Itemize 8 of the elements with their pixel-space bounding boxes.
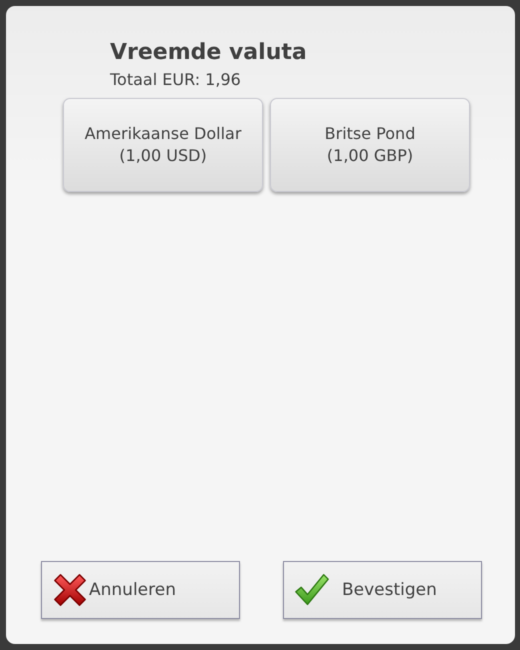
cross-icon [51,571,89,609]
total-label: Totaal EUR: 1,96 [110,70,241,90]
dialog-title: Vreemde valuta [110,39,307,67]
currency-button[interactable]: Amerikaanse Dollar (1,00 USD) [63,98,263,192]
checkmark-icon [292,572,332,608]
currency-button[interactable]: Britse Pond (1,00 GBP) [270,98,470,192]
confirm-button[interactable]: Bevestigen [283,561,482,619]
cancel-button[interactable]: Annuleren [41,561,240,619]
